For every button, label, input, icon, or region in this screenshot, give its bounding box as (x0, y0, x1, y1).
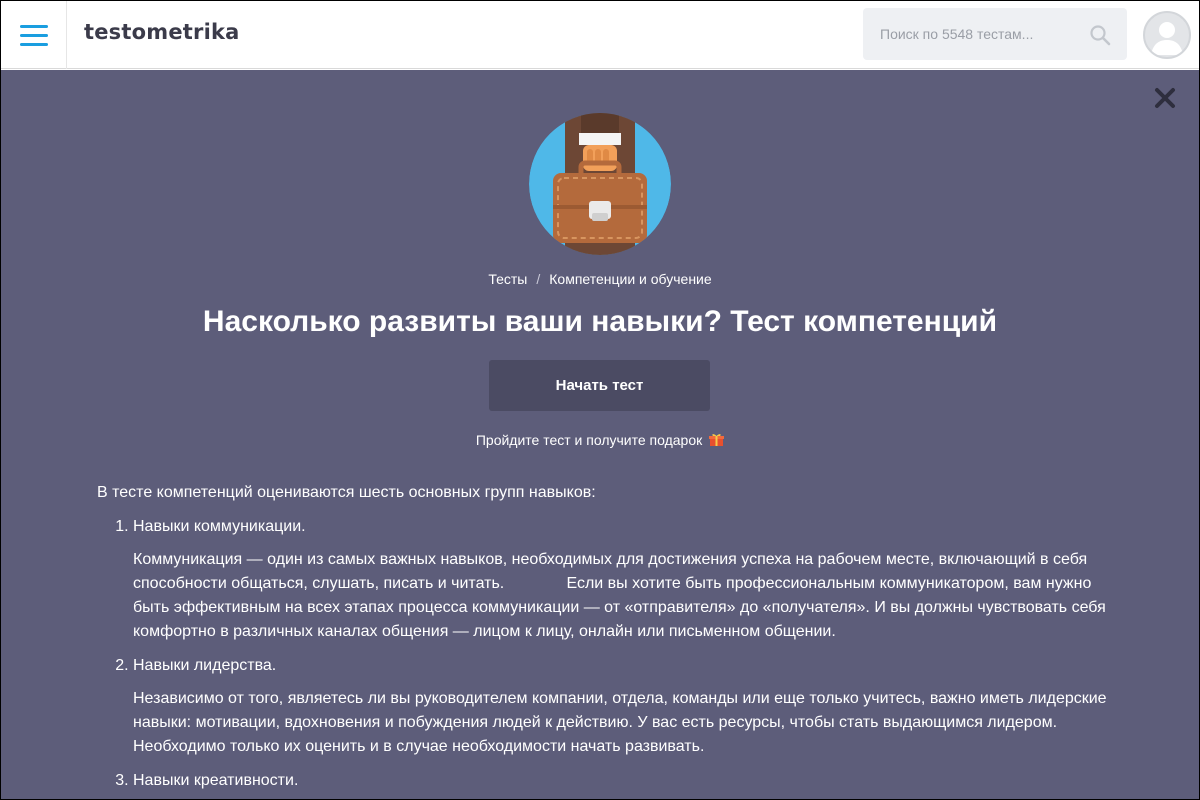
breadcrumb-competencies[interactable]: Компетенции и обучение (549, 271, 711, 287)
list-item: Навыки лидерства. Независимо от того, яв… (133, 654, 1107, 759)
gift-icon (709, 434, 725, 446)
test-description: В тесте компетенций оцениваются шесть ос… (97, 481, 1107, 799)
breadcrumb: Тесты / Компетенции и обучение (1, 271, 1199, 287)
skill-name: Навыки лидерства. (133, 657, 277, 674)
avatar-icon[interactable] (1143, 11, 1191, 59)
search-icon[interactable] (1089, 24, 1111, 46)
top-bar: testometrika (1, 1, 1199, 69)
gift-promo: Пройдите тест и получите подарок (1, 432, 1199, 448)
close-icon[interactable] (1153, 86, 1177, 110)
skill-description: Независимо от того, являетесь ли вы руко… (133, 690, 1107, 755)
list-item: Навыки коммуникации. Коммуникация — один… (133, 515, 1107, 644)
briefcase-illustration (529, 113, 671, 255)
skill-description: Коммуникация — один из самых важных навы… (133, 551, 1106, 640)
menu-icon[interactable] (1, 1, 67, 69)
page: testometrika Поиск по 5548 тестам... Тес… (0, 0, 1200, 800)
list-item: Навыки креативности. (133, 769, 1107, 793)
search-box (863, 8, 1127, 60)
intro-text: В тесте компетенций оцениваются шесть ос… (97, 484, 596, 501)
search-input[interactable] (863, 8, 1083, 60)
skills-list: Навыки коммуникации. Коммуникация — один… (119, 515, 1107, 793)
page-title: Насколько развиты ваши навыки? Тест комп… (202, 305, 998, 338)
skill-name: Навыки креативности. (133, 772, 299, 789)
gift-text: Пройдите тест и получите подарок (475, 432, 703, 448)
skill-name: Навыки коммуникации. (133, 518, 306, 535)
breadcrumb-separator: / (536, 271, 541, 287)
site-logo[interactable]: testometrika (84, 20, 240, 44)
start-test-button[interactable]: Начать тест (489, 360, 710, 411)
breadcrumb-tests[interactable]: Тесты (488, 271, 527, 287)
